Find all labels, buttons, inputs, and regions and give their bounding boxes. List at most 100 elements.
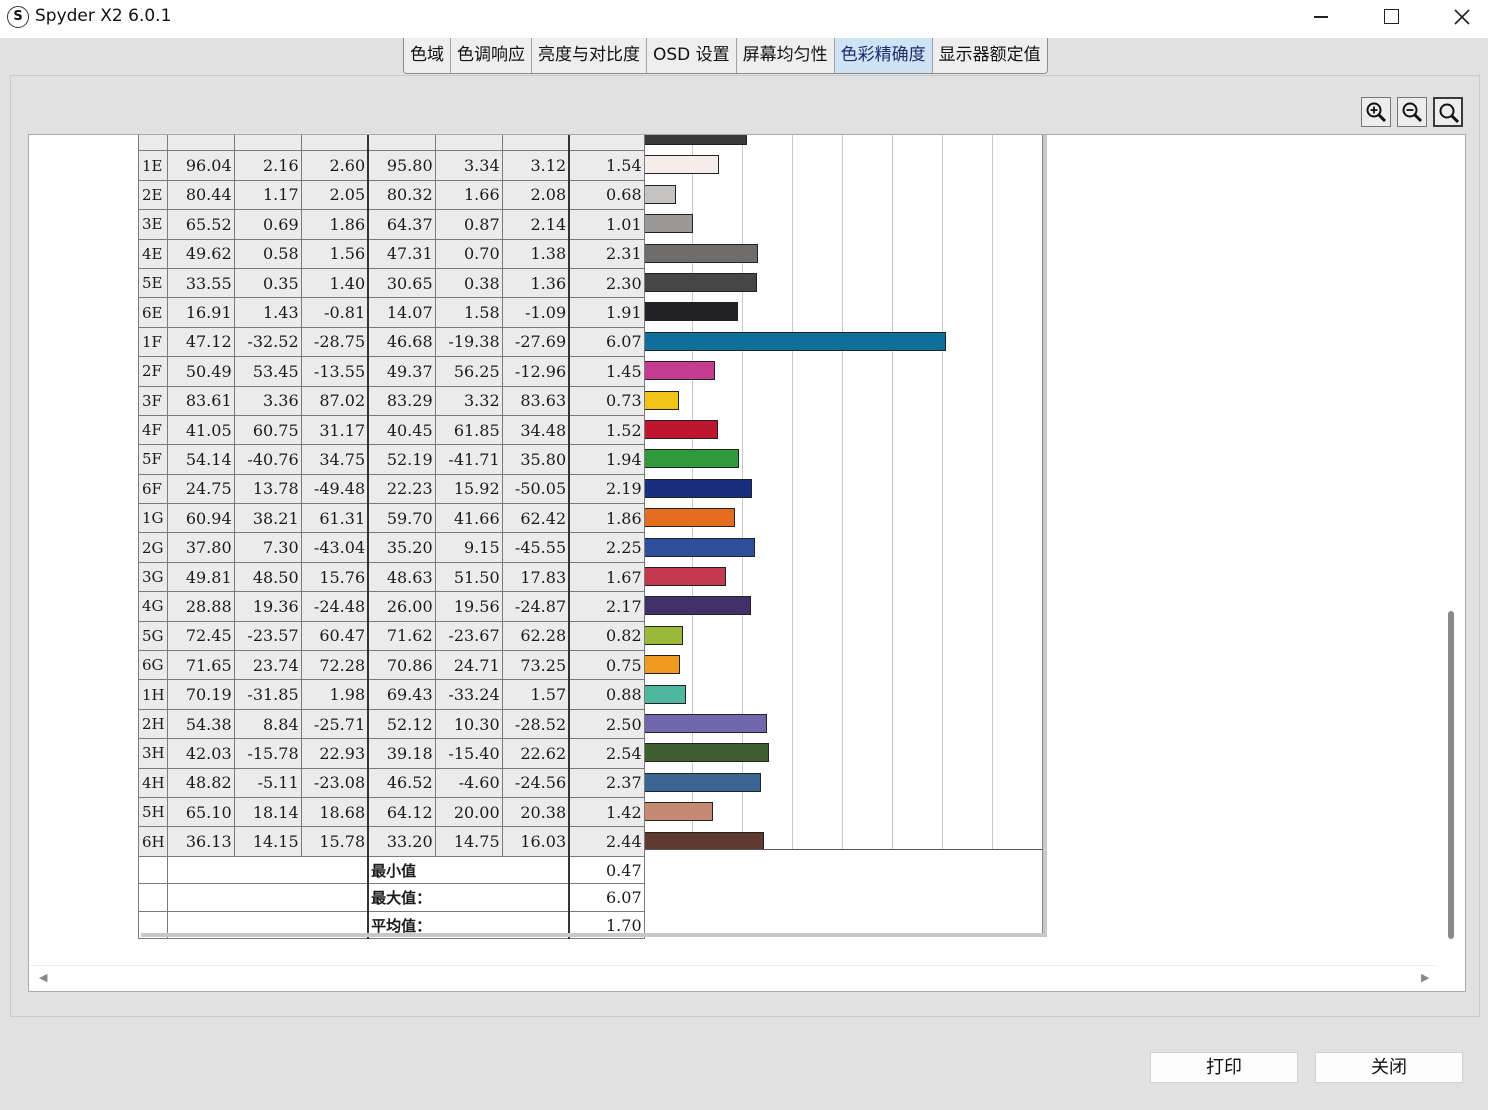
lab-value: 20.38: [501, 796, 570, 828]
chart-bar-2G: [642, 537, 755, 557]
lab-value: 65.10: [166, 796, 235, 828]
close-button[interactable]: 关闭: [1315, 1052, 1463, 1083]
lab-value: 3.36: [233, 385, 302, 416]
table-row: 5F 54.14 -40.76 34.75 52.19 -41.71 35.80 1.94: [138, 444, 645, 475]
tab-3[interactable]: OSD 设置: [647, 38, 737, 73]
patch-id: 2F: [138, 356, 168, 387]
patch-id: 1G: [138, 503, 168, 534]
lab-value: 0.70: [434, 238, 503, 269]
table-row: 4H 48.82 -5.11 -23.08 46.52 -4.60 -24.56 2.37: [138, 767, 645, 798]
lab-value: 22.93: [300, 738, 369, 769]
zoom-in-icon: [1366, 102, 1387, 123]
maximize-button[interactable]: [1356, 0, 1426, 36]
chart-bar-3E: [642, 214, 693, 234]
lab-value: 1.66: [434, 179, 503, 211]
lab-value: 46.52: [367, 767, 436, 798]
lab-value: 1.40: [300, 267, 369, 299]
lab-value: 33.20: [367, 826, 436, 857]
lab-value: -25.71: [300, 708, 369, 740]
tab-1[interactable]: 色调响应: [451, 38, 532, 73]
delta-e-value: 1.94: [568, 444, 645, 475]
lab-value: 71.62: [367, 620, 436, 652]
zoom-fit-button[interactable]: [1433, 97, 1463, 127]
lab-value: -40.76: [233, 444, 302, 475]
zoom-out-icon: [1402, 102, 1423, 123]
lab-value: 3.12: [501, 150, 570, 181]
summary-row: 最大值： 6.07: [138, 883, 645, 912]
lab-value: -28.52: [501, 708, 570, 740]
lab-value: -5.11: [233, 767, 302, 798]
lab-value: 62.28: [501, 620, 570, 652]
gridline: [942, 135, 943, 849]
patch-id: 6E: [138, 297, 168, 328]
lab-value: 80.32: [367, 179, 436, 211]
chart-bar-4G: [642, 596, 751, 616]
delta-e-value: 1.91: [568, 297, 645, 328]
lab-value: 1.38: [501, 238, 570, 269]
lab-value: 71.65: [166, 650, 235, 681]
tab-2[interactable]: 亮度与对比度: [532, 38, 647, 73]
lab-value: 41.05: [166, 414, 235, 446]
chart-bar-6F: [642, 478, 752, 498]
lab-value: -15.78: [233, 738, 302, 769]
lab-value: -23.08: [300, 767, 369, 798]
summary-chart-area: [642, 849, 1043, 936]
summary-value: 6.07: [568, 883, 645, 912]
lab-value: 42.03: [166, 738, 235, 769]
delta-e-value: 2.19: [568, 473, 645, 505]
table-row: 2E 80.44 1.17 2.05 80.32 1.66 2.08 0.68: [138, 179, 645, 211]
lab-value: 13.78: [233, 473, 302, 505]
chart-bar-6E: [642, 302, 738, 322]
delta-e-value: 2.25: [568, 532, 645, 563]
lab-value: 59.70: [367, 503, 436, 534]
tab-6[interactable]: 显示器额定值: [932, 38, 1047, 73]
summary-label: 最大值：: [367, 883, 570, 912]
lab-value: 72.28: [300, 650, 369, 681]
table-row: 5G 72.45 -23.57 60.47 71.62 -23.67 62.28 0.82: [138, 620, 645, 652]
lab-value: -28.75: [300, 326, 369, 358]
zoom-in-button[interactable]: [1361, 97, 1391, 127]
close-window-button[interactable]: [1426, 0, 1488, 36]
zoom-out-button[interactable]: [1397, 97, 1427, 127]
delta-e-value: 2.17: [568, 591, 645, 622]
scroll-left-arrow-icon[interactable]: ◀: [39, 971, 47, 984]
lab-value: 96.04: [166, 150, 235, 181]
horizontal-scrollbar[interactable]: [29, 965, 1437, 991]
lab-value: 72.45: [166, 620, 235, 652]
lab-value: 0.38: [434, 267, 503, 299]
lab-value: 95.80: [367, 150, 436, 181]
lab-value: 1.43: [233, 297, 302, 328]
tab-0[interactable]: 色域: [404, 38, 451, 73]
summary-value: 0.47: [568, 855, 645, 885]
lab-value: 22.62: [501, 738, 570, 769]
lab-value: -23.57: [233, 620, 302, 652]
lab-value: 19.36: [233, 591, 302, 622]
delta-e-value: 2.31: [568, 238, 645, 269]
print-button[interactable]: 打印: [1150, 1052, 1298, 1083]
lab-value: 73.25: [501, 650, 570, 681]
minimize-button[interactable]: [1286, 0, 1356, 36]
lab-value: 17.83: [501, 561, 570, 593]
delta-e-value: 2.30: [568, 267, 645, 299]
lab-value: 48.63: [367, 561, 436, 593]
lab-value: 83.29: [367, 385, 436, 416]
lab-value: 34.75: [300, 444, 369, 475]
tab-5[interactable]: 色彩精确度: [834, 38, 933, 73]
table-row: 2G 37.80 7.30 -43.04 35.20 9.15 -45.55 2.25: [138, 532, 645, 563]
lab-value: -43.04: [300, 532, 369, 563]
delta-e-value: 1.45: [568, 356, 645, 387]
vertical-scroll-thumb[interactable]: [1448, 611, 1454, 939]
lab-value: 2.60: [300, 150, 369, 181]
summary-row: 最小值 0.47: [138, 855, 645, 885]
lab-value: 62.42: [501, 503, 570, 534]
report-tabs: 色域 色调响应 亮度与对比度 OSD 设置 屏幕均匀性 色彩精确度 显示器额定值: [403, 38, 1048, 74]
lab-value: 1.98: [300, 679, 369, 710]
report-viewer[interactable]: 1E 96.04 2.16 2.60 95.80 3.34 3.12 1.54 2E 80.44 1…: [28, 134, 1466, 992]
chart-bar-3G: [642, 567, 726, 586]
tab-4[interactable]: 屏幕均匀性: [736, 38, 835, 73]
title-bar: S Spyder X2 6.0.1: [0, 0, 1488, 38]
scroll-right-arrow-icon[interactable]: ▶: [1421, 971, 1429, 984]
lab-value: -13.55: [300, 356, 369, 387]
delta-e-value: 1.67: [568, 561, 645, 593]
lab-value: 38.21: [233, 503, 302, 534]
